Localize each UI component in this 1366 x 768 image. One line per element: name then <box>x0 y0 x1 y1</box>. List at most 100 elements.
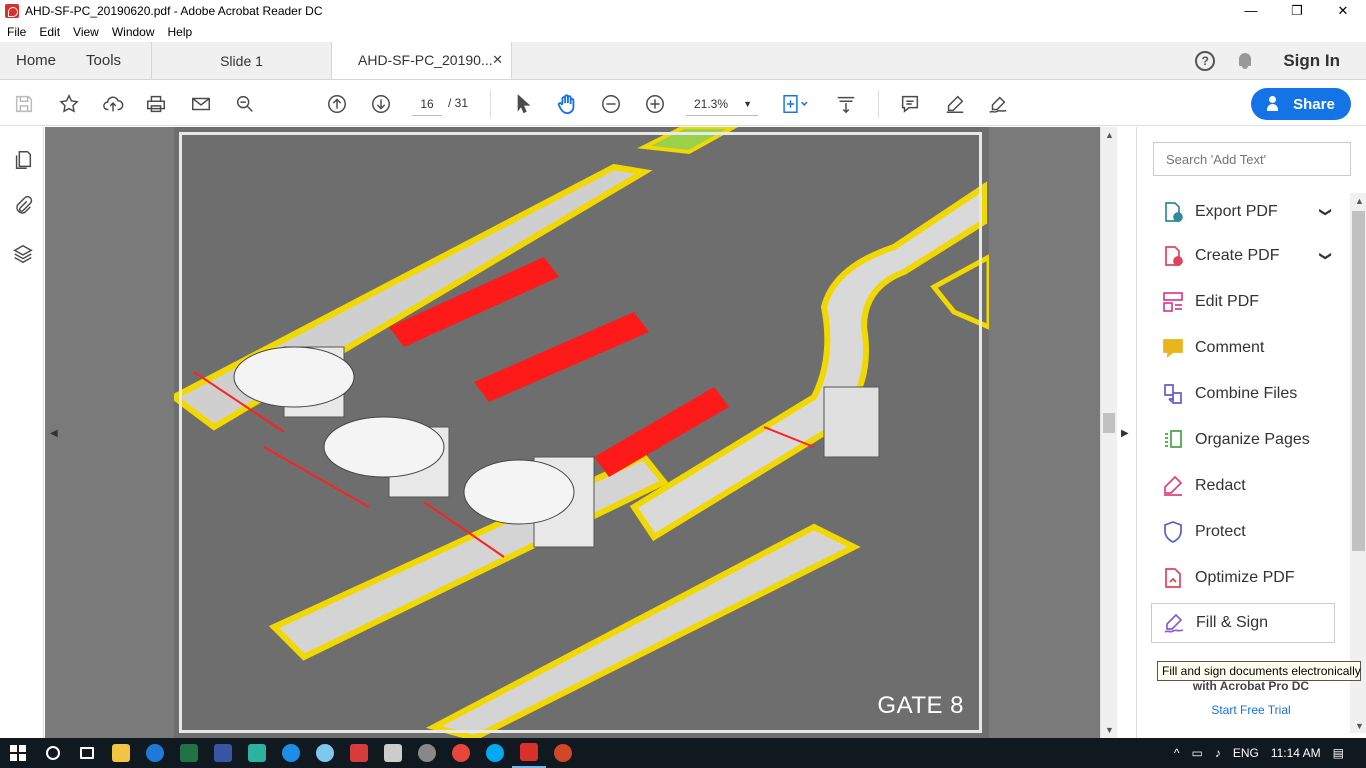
scroll-mode-icon[interactable] <box>834 92 858 116</box>
highlight-pen-icon[interactable] <box>943 92 967 116</box>
acrobat-taskbar-icon[interactable] <box>512 738 546 768</box>
chevron-down-icon: ▼ <box>743 99 752 109</box>
tool-redact[interactable]: Redact <box>1151 467 1335 505</box>
cortana-search-icon[interactable] <box>36 738 70 768</box>
zoom-in-icon[interactable] <box>643 92 667 116</box>
document-scrollbar[interactable]: ▲ ▼ <box>1100 127 1117 738</box>
scroll-thumb[interactable] <box>1352 211 1365 551</box>
previous-page-icon[interactable] <box>325 92 349 116</box>
tab-document[interactable]: AHD-SF-PC_20190... ✕ <box>332 42 512 79</box>
scroll-up-icon[interactable]: ▲ <box>1105 130 1114 140</box>
tab-close-icon[interactable]: ✕ <box>492 52 503 68</box>
tool-label: Comment <box>1195 339 1265 356</box>
select-cursor-icon[interactable] <box>511 92 535 116</box>
hand-tool-icon[interactable] <box>555 92 579 116</box>
chevron-down-icon[interactable]: ❯ <box>1319 251 1333 261</box>
start-free-trial-link[interactable]: Start Free Trial <box>1136 703 1366 717</box>
search-icon[interactable] <box>233 92 257 116</box>
scroll-thumb[interactable] <box>1103 413 1115 433</box>
menu-view[interactable]: View <box>66 25 105 39</box>
upload-cloud-icon[interactable] <box>101 92 125 116</box>
tool-protect[interactable]: Protect <box>1151 513 1335 551</box>
battery-icon[interactable]: ▭ <box>1191 746 1202 760</box>
app-icon[interactable] <box>240 738 274 768</box>
promo-text: with Acrobat Pro DC <box>1192 679 1310 693</box>
toolbar-divider <box>490 90 491 118</box>
close-button[interactable]: ✕ <box>1320 0 1366 22</box>
app-icon[interactable] <box>376 738 410 768</box>
sign-in-button[interactable]: Sign In <box>1283 51 1340 71</box>
app-icon[interactable] <box>308 738 342 768</box>
tab-slide-label: Slide 1 <box>220 52 263 69</box>
tab-slide-1[interactable]: Slide 1 <box>152 42 332 79</box>
app-icon[interactable] <box>410 738 444 768</box>
tools-search-input[interactable] <box>1153 142 1351 176</box>
tool-label: Fill & Sign <box>1196 614 1269 631</box>
redact-icon <box>1161 474 1185 498</box>
chevron-down-icon[interactable]: ❯ <box>1319 207 1333 217</box>
visio-icon[interactable] <box>206 738 240 768</box>
notification-bell-icon[interactable] <box>1237 52 1253 70</box>
tool-optimize-pdf[interactable]: Optimize PDF <box>1151 559 1335 597</box>
tool-label: Export PDF <box>1195 203 1278 220</box>
edit-pdf-icon <box>1161 290 1185 314</box>
tools-scrollbar[interactable]: ▲ ▼ <box>1350 193 1366 733</box>
sign-pen-icon[interactable] <box>986 92 1010 116</box>
clock[interactable]: 11:14 AM <box>1271 746 1321 760</box>
file-explorer-icon[interactable] <box>104 738 138 768</box>
scroll-down-icon[interactable]: ▼ <box>1105 725 1114 735</box>
page-fit-icon[interactable] <box>779 92 813 116</box>
edge-browser-icon[interactable] <box>138 738 172 768</box>
save-icon[interactable] <box>12 92 36 116</box>
excel-icon[interactable] <box>172 738 206 768</box>
tab-tools[interactable]: Tools <box>86 52 121 69</box>
zalo-icon[interactable] <box>274 738 308 768</box>
chrome-icon[interactable] <box>444 738 478 768</box>
zoom-out-icon[interactable] <box>599 92 623 116</box>
tool-label: Redact <box>1195 477 1246 494</box>
attachment-icon[interactable] <box>12 195 34 217</box>
next-page-icon[interactable] <box>369 92 393 116</box>
tool-fill-sign[interactable]: Fill & Sign <box>1151 603 1335 643</box>
page-number-input[interactable]: 16 <box>412 94 442 116</box>
menu-edit[interactable]: Edit <box>32 25 66 39</box>
menu-help[interactable]: Help <box>161 25 199 39</box>
layers-icon[interactable] <box>12 243 34 265</box>
notification-center-icon[interactable]: ▤ <box>1333 746 1344 760</box>
tool-organize-pages[interactable]: Organize Pages <box>1151 421 1335 459</box>
tool-export-pdf[interactable]: Export PDF ❯ <box>1151 193 1335 231</box>
zoom-select[interactable]: 21.3% ▼ <box>686 94 758 116</box>
tool-create-pdf[interactable]: Create PDF ❯ <box>1151 237 1335 275</box>
menu-file[interactable]: File <box>0 25 32 39</box>
page-thumbnails-icon[interactable] <box>12 149 34 171</box>
comment-icon[interactable] <box>898 92 922 116</box>
minimize-button[interactable]: — <box>1228 0 1274 22</box>
collapse-left-icon[interactable]: ◀ <box>50 428 58 439</box>
collapse-right-icon[interactable]: ▶ <box>1121 428 1129 439</box>
maximize-button[interactable]: ❐ <box>1274 0 1320 22</box>
scroll-up-icon[interactable]: ▲ <box>1355 196 1364 206</box>
skype-icon[interactable] <box>478 738 512 768</box>
language-indicator[interactable]: ENG <box>1233 746 1259 760</box>
tool-label: Combine Files <box>1195 385 1298 402</box>
task-view-icon[interactable] <box>70 738 104 768</box>
tool-combine-files[interactable]: Combine Files <box>1151 375 1335 413</box>
tab-home[interactable]: Home <box>16 52 56 69</box>
optimize-pdf-icon <box>1161 566 1185 590</box>
share-button[interactable]: Share <box>1251 88 1351 120</box>
chevron-up-icon[interactable]: ^ <box>1174 746 1180 760</box>
email-icon[interactable] <box>189 92 213 116</box>
windows-start-icon[interactable] <box>0 738 36 768</box>
tool-comment[interactable]: Comment <box>1151 329 1335 367</box>
menu-window[interactable]: Window <box>105 25 161 39</box>
scroll-down-icon[interactable]: ▼ <box>1355 721 1364 731</box>
tool-edit-pdf[interactable]: Edit PDF <box>1151 283 1335 321</box>
window-controls: — ❐ ✕ <box>1228 0 1366 22</box>
print-icon[interactable] <box>144 92 168 116</box>
volume-icon[interactable]: ♪ <box>1215 746 1221 760</box>
create-pdf-icon <box>1161 244 1185 268</box>
star-icon[interactable] <box>57 92 81 116</box>
powerpoint-icon[interactable] <box>546 738 580 768</box>
app-icon[interactable] <box>342 738 376 768</box>
help-icon[interactable]: ? <box>1195 50 1216 71</box>
